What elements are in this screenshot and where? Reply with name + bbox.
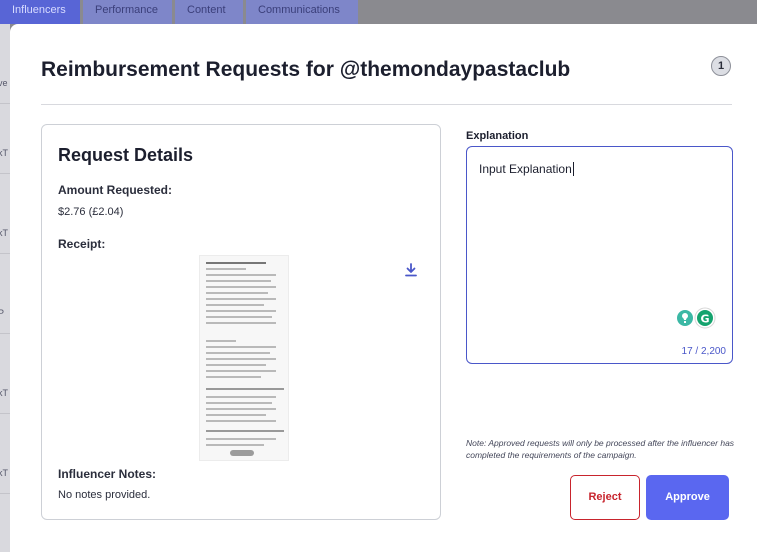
influencer-notes-value: No notes provided. [58, 489, 151, 501]
download-icon[interactable] [405, 263, 417, 277]
character-counter: 17 / 2,200 [681, 346, 726, 357]
receipt-scroll-handle[interactable] [230, 450, 254, 456]
app-tabs: Influencers Performance Content Communic… [0, 0, 358, 24]
svg-text:G: G [700, 313, 709, 326]
divider [41, 104, 732, 105]
background-row: kT [0, 214, 10, 254]
request-details-heading: Request Details [58, 145, 194, 165]
reject-button[interactable]: Reject [570, 475, 640, 520]
tab-communications[interactable]: Communications [246, 0, 358, 24]
background-row: P [0, 294, 10, 334]
modal-title: Reimbursement Requests for @themondaypas… [41, 58, 571, 81]
tab-influencers[interactable]: Influencers [0, 0, 80, 24]
background-row: ve [0, 64, 10, 104]
explanation-input[interactable]: Input Explanation G 17 / 2,200 [466, 146, 733, 364]
background-row: kT [0, 454, 10, 494]
explanation-label: Explanation [466, 130, 529, 142]
grammar-assistant-icon[interactable]: G [674, 307, 718, 329]
explanation-text[interactable]: Input Explanation [479, 162, 574, 176]
receipt-image[interactable] [199, 255, 289, 461]
approval-note: Note: Approved requests will only be pro… [466, 438, 735, 460]
amount-value: $2.76 (£2.04) [58, 206, 124, 218]
background-list: ve kT kT P kT kT [0, 24, 10, 552]
tab-performance[interactable]: Performance [83, 0, 172, 24]
receipt-label: Receipt: [58, 237, 106, 251]
count-badge[interactable]: 1 [711, 56, 731, 76]
influencer-notes-label: Influencer Notes: [58, 467, 157, 481]
request-details-card: Request Details Amount Requested: $2.76 … [41, 124, 441, 520]
background-row: kT [0, 374, 10, 414]
reimbursement-modal: Reimbursement Requests for @themondaypas… [10, 24, 757, 552]
amount-label: Amount Requested: [58, 183, 172, 197]
approve-button[interactable]: Approve [646, 475, 729, 520]
tab-content[interactable]: Content [175, 0, 243, 24]
background-row: kT [0, 134, 10, 174]
